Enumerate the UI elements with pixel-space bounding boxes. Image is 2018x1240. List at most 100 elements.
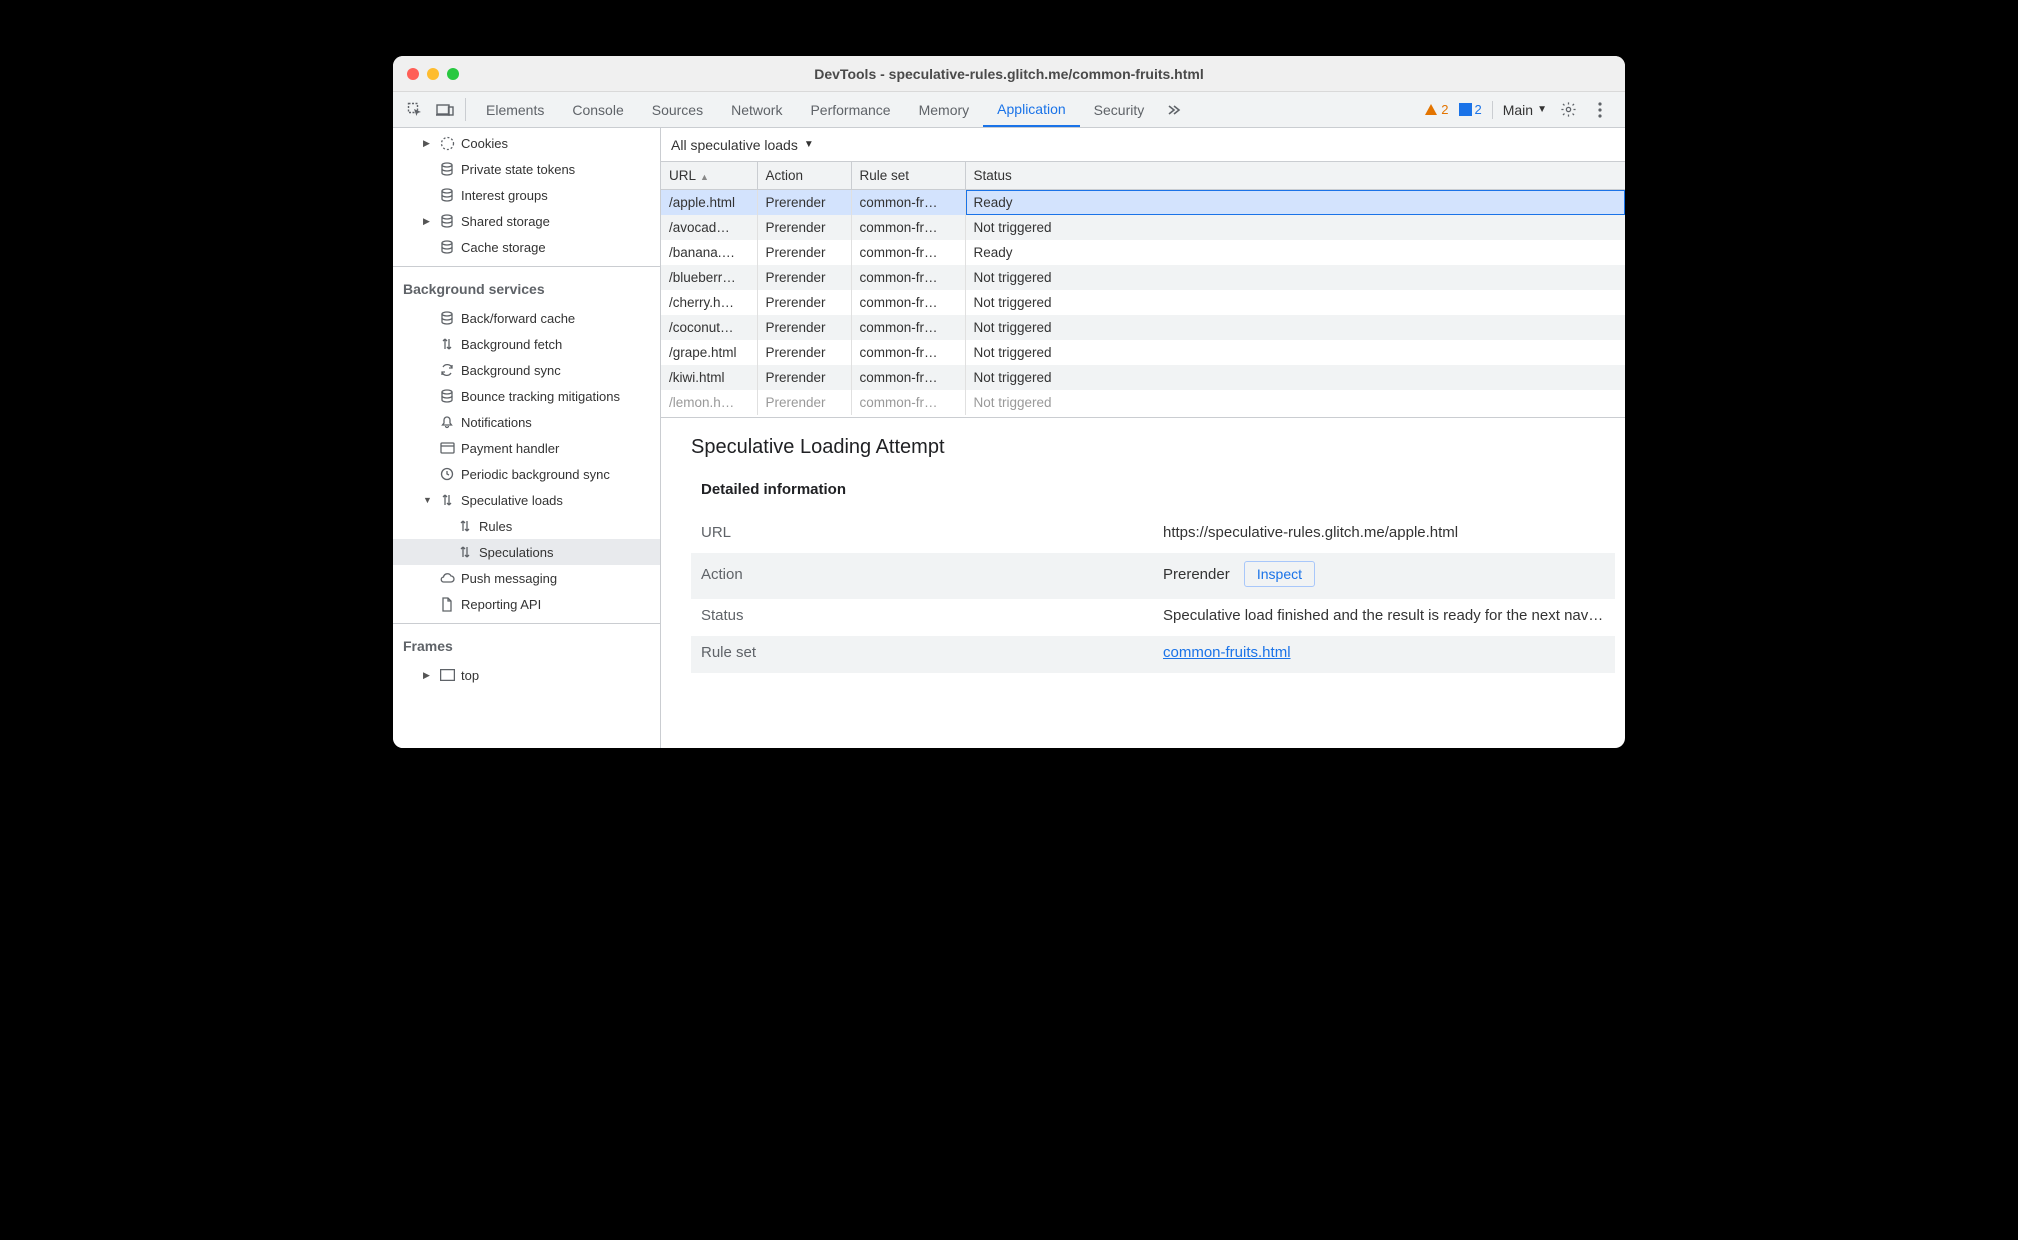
tab-console[interactable]: Console	[558, 92, 637, 127]
sidebar-item-rules[interactable]: Rules	[393, 513, 660, 539]
sidebar-item-payment-handler[interactable]: Payment handler	[393, 435, 660, 461]
sidebar-item-notifications[interactable]: Notifications	[393, 409, 660, 435]
details-heading: Speculative Loading Attempt	[691, 436, 1615, 459]
sidebar-item-label: Background fetch	[461, 337, 562, 352]
expand-icon[interactable]: ▶	[423, 216, 433, 227]
sidebar-item-frames-top[interactable]: ▶ top	[393, 662, 660, 688]
cell-status: Ready	[965, 190, 1625, 216]
table-row[interactable]: /blueberr…Prerendercommon-fr…Not trigger…	[661, 265, 1625, 290]
sidebar-item-label: Interest groups	[461, 188, 548, 203]
window-title: DevTools - speculative-rules.glitch.me/c…	[393, 66, 1625, 82]
cell-ruleset: common-fr…	[851, 315, 965, 340]
panel-tabs: ElementsConsoleSourcesNetworkPerformance…	[472, 92, 1158, 127]
more-options-icon[interactable]	[1589, 102, 1611, 118]
sidebar-item-interest-groups[interactable]: Interest groups	[393, 182, 660, 208]
more-tabs-icon[interactable]	[1160, 92, 1186, 127]
expand-icon[interactable]: ▶	[423, 670, 433, 681]
settings-icon[interactable]	[1557, 101, 1579, 118]
table-row[interactable]: /kiwi.htmlPrerendercommon-fr…Not trigger…	[661, 365, 1625, 390]
devtools-window: DevTools - speculative-rules.glitch.me/c…	[393, 56, 1625, 748]
cell-url: /banana.…	[661, 240, 757, 265]
ruleset-link[interactable]: common-fruits.html	[1163, 644, 1291, 661]
arrows-icon	[439, 493, 455, 507]
filter-dropdown[interactable]: All speculative loads ▼	[671, 137, 814, 153]
table-row[interactable]: /banana.…Prerendercommon-fr…Ready	[661, 240, 1625, 265]
zoom-window-button[interactable]	[447, 68, 459, 80]
column-header-url[interactable]: URL▲	[661, 162, 757, 190]
detail-value-status: Speculative load finished and the result…	[1153, 599, 1615, 636]
sort-asc-icon: ▲	[700, 172, 709, 182]
expand-icon[interactable]: ▶	[423, 138, 433, 149]
detail-label-ruleset: Rule set	[691, 636, 1153, 673]
cell-ruleset: common-fr…	[851, 290, 965, 315]
sidebar-item-label: Reporting API	[461, 597, 541, 612]
cookie-icon	[439, 136, 455, 151]
detail-value-url: https://speculative-rules.glitch.me/appl…	[1153, 516, 1615, 553]
inspect-element-icon[interactable]	[401, 92, 429, 127]
sidebar-item-cookies[interactable]: ▶Cookies	[393, 130, 660, 156]
cloud-icon	[439, 572, 455, 584]
minimize-window-button[interactable]	[427, 68, 439, 80]
sidebar-item-label: Notifications	[461, 415, 532, 430]
close-window-button[interactable]	[407, 68, 419, 80]
cell-status: Not triggered	[965, 315, 1625, 340]
tab-network[interactable]: Network	[717, 92, 796, 127]
cell-status: Not triggered	[965, 215, 1625, 240]
column-header-status[interactable]: Status	[965, 162, 1625, 190]
warnings-badge[interactable]: 2	[1424, 102, 1448, 117]
divider	[1492, 101, 1493, 119]
sidebar-item-back/forward-cache[interactable]: Back/forward cache	[393, 305, 660, 331]
sidebar-item-reporting-api[interactable]: Reporting API	[393, 591, 660, 617]
cell-action: Prerender	[757, 265, 851, 290]
cell-ruleset: common-fr…	[851, 390, 965, 415]
sidebar-item-background-sync[interactable]: Background sync	[393, 357, 660, 383]
table-row[interactable]: /coconut…Prerendercommon-fr…Not triggere…	[661, 315, 1625, 340]
sidebar-group-title: Frames	[393, 628, 660, 660]
inspect-button[interactable]: Inspect	[1244, 561, 1315, 587]
table-row[interactable]: /avocad…Prerendercommon-fr…Not triggered	[661, 215, 1625, 240]
device-toolbar-icon[interactable]	[431, 92, 459, 127]
sidebar-item-periodic-background-sync[interactable]: Periodic background sync	[393, 461, 660, 487]
sidebar-item-speculations[interactable]: Speculations	[393, 539, 660, 565]
column-header-action[interactable]: Action	[757, 162, 851, 190]
sidebar-item-push-messaging[interactable]: Push messaging	[393, 565, 660, 591]
table-row[interactable]: /apple.htmlPrerendercommon-fr…Ready	[661, 190, 1625, 216]
sidebar-item-speculative-loads[interactable]: ▼Speculative loads	[393, 487, 660, 513]
context-selector[interactable]: Main ▼	[1503, 102, 1547, 118]
tab-performance[interactable]: Performance	[796, 92, 904, 127]
sidebar-item-label: Cache storage	[461, 240, 546, 255]
tab-sources[interactable]: Sources	[638, 92, 717, 127]
sidebar-item-label: Push messaging	[461, 571, 557, 586]
cell-ruleset: common-fr…	[851, 215, 965, 240]
bell-icon	[439, 415, 455, 429]
detail-value-action: Prerender Inspect	[1153, 553, 1615, 599]
expand-icon[interactable]: ▼	[423, 495, 433, 505]
column-header-ruleset[interactable]: Rule set	[851, 162, 965, 190]
speculations-table-wrap: URL▲ Action Rule set Status /apple.htmlP…	[661, 162, 1625, 418]
sidebar-item-background-fetch[interactable]: Background fetch	[393, 331, 660, 357]
tab-application[interactable]: Application	[983, 92, 1080, 127]
tab-security[interactable]: Security	[1080, 92, 1159, 127]
table-row[interactable]: /grape.htmlPrerendercommon-fr…Not trigge…	[661, 340, 1625, 365]
card-icon	[439, 442, 455, 454]
tab-elements[interactable]: Elements	[472, 92, 558, 127]
sidebar-item-shared-storage[interactable]: ▶ Shared storage	[393, 208, 660, 234]
divider	[393, 266, 660, 267]
sidebar-item-cache-storage[interactable]: Cache storage	[393, 234, 660, 260]
db-icon	[439, 214, 455, 228]
table-row[interactable]: /lemon.h…Prerendercommon-fr…Not triggere…	[661, 390, 1625, 415]
sidebar-item-label: Speculations	[479, 545, 553, 560]
cell-ruleset: common-fr…	[851, 240, 965, 265]
sidebar-item-private-state-tokens[interactable]: Private state tokens	[393, 156, 660, 182]
sidebar-item-bounce-tracking-mitigations[interactable]: Bounce tracking mitigations	[393, 383, 660, 409]
cell-action: Prerender	[757, 340, 851, 365]
chevron-down-icon: ▼	[804, 139, 814, 150]
tab-memory[interactable]: Memory	[905, 92, 984, 127]
table-row[interactable]: /cherry.h…Prerendercommon-fr…Not trigger…	[661, 290, 1625, 315]
sidebar-item-label: Shared storage	[461, 214, 550, 229]
detail-value-ruleset: common-fruits.html	[1153, 636, 1615, 673]
sidebar-item-label: Back/forward cache	[461, 311, 575, 326]
db-icon	[439, 311, 455, 325]
issues-badge[interactable]: 2	[1459, 102, 1482, 117]
panel-tabbar: ElementsConsoleSourcesNetworkPerformance…	[393, 92, 1625, 128]
